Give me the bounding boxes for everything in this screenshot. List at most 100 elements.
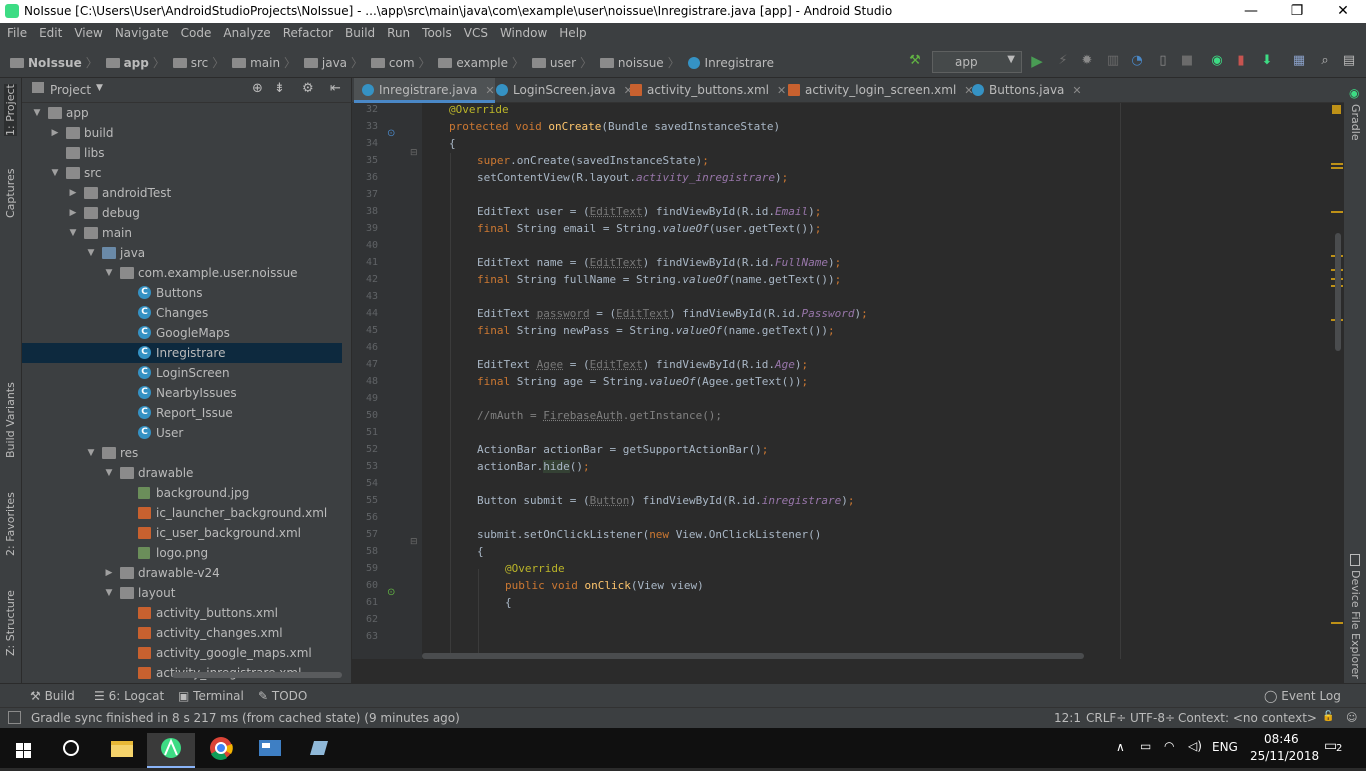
menu-code[interactable]: Code bbox=[174, 23, 217, 40]
device-icon[interactable]: ▯ bbox=[1154, 52, 1172, 70]
expanded-arrow-icon[interactable]: ▼ bbox=[86, 243, 96, 263]
collapsed-arrow-icon[interactable]: ▶ bbox=[68, 183, 78, 203]
menu-edit[interactable]: Edit bbox=[32, 23, 67, 40]
tree-horizontal-scrollbar[interactable] bbox=[172, 672, 342, 678]
expanded-arrow-icon[interactable]: ▼ bbox=[86, 443, 96, 463]
tree-item[interactable]: ic_launcher_background.xml bbox=[22, 503, 342, 523]
tool-tab-favorites[interactable]: 2: Favorites bbox=[4, 492, 17, 556]
tree-item[interactable]: C NearbyIssues bbox=[22, 383, 342, 403]
override-marker-icon[interactable]: ⊙ bbox=[387, 128, 395, 139]
tree-item[interactable]: background.jpg bbox=[22, 483, 342, 503]
clock-time[interactable]: 08:46 bbox=[1264, 732, 1299, 746]
fold-icon[interactable]: ⊟ bbox=[410, 148, 418, 158]
tree-item[interactable]: activity_google_maps.xml bbox=[22, 643, 342, 663]
tool-tab-build-variants[interactable]: Build Variants bbox=[4, 382, 17, 458]
battery-icon[interactable]: ▭ bbox=[1140, 739, 1151, 753]
gear-icon[interactable]: ⚙ bbox=[302, 81, 314, 96]
event-log-tab[interactable]: ◯ Event Log bbox=[1264, 689, 1341, 703]
collapsed-arrow-icon[interactable]: ▶ bbox=[68, 203, 78, 223]
android-studio-taskbar-icon[interactable] bbox=[147, 733, 195, 768]
warning-marker[interactable] bbox=[1331, 622, 1343, 624]
tree-item[interactable]: ▼ drawable bbox=[22, 463, 342, 483]
windows-start-icon[interactable] bbox=[0, 733, 48, 768]
close-button[interactable]: ✕ bbox=[1320, 0, 1366, 23]
file-explorer-icon[interactable] bbox=[98, 733, 146, 768]
debug-icon[interactable]: ✹ bbox=[1078, 52, 1096, 70]
expanded-arrow-icon[interactable]: ▼ bbox=[32, 103, 42, 123]
run-config-select[interactable]: app ▼ bbox=[932, 51, 1022, 73]
build-tab[interactable]: ⚒ Build bbox=[30, 689, 75, 703]
profile-icon[interactable]: ▥ bbox=[1104, 52, 1122, 70]
tree-item[interactable]: ▶ androidTest bbox=[22, 183, 342, 203]
editor-tab[interactable]: LoginScreen.java ✕ bbox=[488, 78, 633, 103]
tree-item[interactable]: ▼ layout bbox=[22, 583, 342, 603]
breadcrumb-app[interactable]: app bbox=[124, 56, 149, 70]
chevron-down-icon[interactable]: ▼ bbox=[96, 83, 103, 93]
breadcrumb-project[interactable]: NoIssue bbox=[28, 56, 82, 70]
expanded-arrow-icon[interactable]: ▼ bbox=[50, 163, 60, 183]
sync-gradle-icon[interactable]: ◉ bbox=[1208, 52, 1226, 70]
tree-item[interactable]: ▼ res bbox=[22, 443, 342, 463]
attach-debugger-icon[interactable]: ◔ bbox=[1128, 52, 1146, 70]
expanded-arrow-icon[interactable]: ▼ bbox=[104, 583, 114, 603]
breadcrumb-inregistrare[interactable]: Inregistrare bbox=[705, 56, 774, 70]
menu-refactor[interactable]: Refactor bbox=[276, 23, 338, 40]
project-structure-icon[interactable]: ▦ bbox=[1290, 52, 1308, 70]
code-editor[interactable]: 32 33 34 35 36 37 38 39 40 41 42 43 44 45 46 47 48 49 50 51… bbox=[352, 103, 1344, 659]
tool-tab-captures[interactable]: Captures bbox=[4, 169, 17, 218]
expanded-arrow-icon[interactable]: ▼ bbox=[104, 263, 114, 283]
tree-item[interactable]: C GoogleMaps bbox=[22, 323, 342, 343]
warning-marker[interactable] bbox=[1331, 211, 1343, 213]
menu-analyze[interactable]: Analyze bbox=[216, 23, 275, 40]
menu-file[interactable]: File bbox=[0, 23, 32, 40]
layout-icon[interactable]: ▤ bbox=[1340, 52, 1358, 70]
editor-tab[interactable]: Buttons.java ✕ bbox=[964, 78, 1082, 103]
tool-tab-structure[interactable]: Z: Structure bbox=[4, 590, 17, 656]
editor-horizontal-scrollbar[interactable] bbox=[422, 653, 1084, 659]
tool-tab-gradle[interactable]: Gradle bbox=[1349, 104, 1362, 141]
clock-date[interactable]: 25/11/2018 bbox=[1250, 749, 1319, 763]
terminal-tab[interactable]: ▣ Terminal bbox=[178, 689, 244, 703]
warning-marker[interactable] bbox=[1331, 163, 1343, 165]
tree-item[interactable]: libs bbox=[22, 143, 342, 163]
input-language[interactable]: ENG bbox=[1212, 740, 1238, 754]
tree-item[interactable]: ▼ java bbox=[22, 243, 342, 263]
fold-icon[interactable]: ⊟ bbox=[410, 537, 418, 547]
collapsed-arrow-icon[interactable]: ▶ bbox=[50, 123, 60, 143]
line-separator[interactable]: CRLF÷ bbox=[1086, 711, 1126, 725]
project-panel-title[interactable]: Project bbox=[50, 83, 91, 97]
menu-tools[interactable]: Tools bbox=[415, 23, 457, 40]
close-tab-icon[interactable]: ✕ bbox=[1072, 84, 1081, 97]
warning-indicator-icon[interactable] bbox=[1332, 105, 1341, 114]
hammer-icon[interactable]: ⚒ bbox=[906, 52, 924, 70]
status-message[interactable]: Gradle sync finished in 8 s 217 ms (from… bbox=[31, 711, 460, 725]
apply-changes-icon[interactable]: ⚡ bbox=[1054, 52, 1072, 70]
search-icon[interactable]: ⌕ bbox=[1316, 52, 1334, 70]
breadcrumb-user[interactable]: user bbox=[550, 56, 576, 70]
stop-icon[interactable]: ■ bbox=[1178, 52, 1196, 70]
maximize-button[interactable]: ❐ bbox=[1274, 0, 1320, 23]
inspector-icon[interactable]: ☺ bbox=[1346, 711, 1357, 724]
tray-chevron-up-icon[interactable]: ∧ bbox=[1116, 740, 1125, 754]
tree-item[interactable]: logo.png bbox=[22, 543, 342, 563]
tree-item[interactable]: ▶ debug bbox=[22, 203, 342, 223]
implement-marker-icon[interactable]: ⊙ bbox=[387, 587, 395, 598]
editor-tab[interactable]: activity_buttons.xml ✕ bbox=[622, 78, 786, 103]
caret-position[interactable]: 12:1 bbox=[1054, 711, 1081, 725]
expanded-arrow-icon[interactable]: ▼ bbox=[104, 463, 114, 483]
tool-tab-device-file-explorer[interactable]: Device File Explorer bbox=[1349, 570, 1362, 679]
minimize-button[interactable]: — bbox=[1228, 0, 1274, 23]
tree-item[interactable]: ▼ main bbox=[22, 223, 342, 243]
breadcrumb-src[interactable]: src bbox=[191, 56, 209, 70]
lock-icon[interactable]: 🔓 bbox=[1322, 711, 1334, 722]
collapsed-arrow-icon[interactable]: ▶ bbox=[104, 563, 114, 583]
tree-item[interactable]: ▼ com.example.user.noissue bbox=[22, 263, 342, 283]
file-encoding[interactable]: UTF-8÷ bbox=[1130, 711, 1175, 725]
run-icon[interactable]: ▶ bbox=[1028, 52, 1046, 70]
control-panel-icon[interactable] bbox=[246, 733, 294, 768]
tree-item[interactable]: ic_user_background.xml bbox=[22, 523, 342, 543]
search-icon[interactable] bbox=[48, 733, 96, 768]
breadcrumb-example[interactable]: example bbox=[456, 56, 508, 70]
menu-window[interactable]: Window bbox=[493, 23, 552, 40]
breadcrumb-noissue[interactable]: noissue bbox=[618, 56, 664, 70]
